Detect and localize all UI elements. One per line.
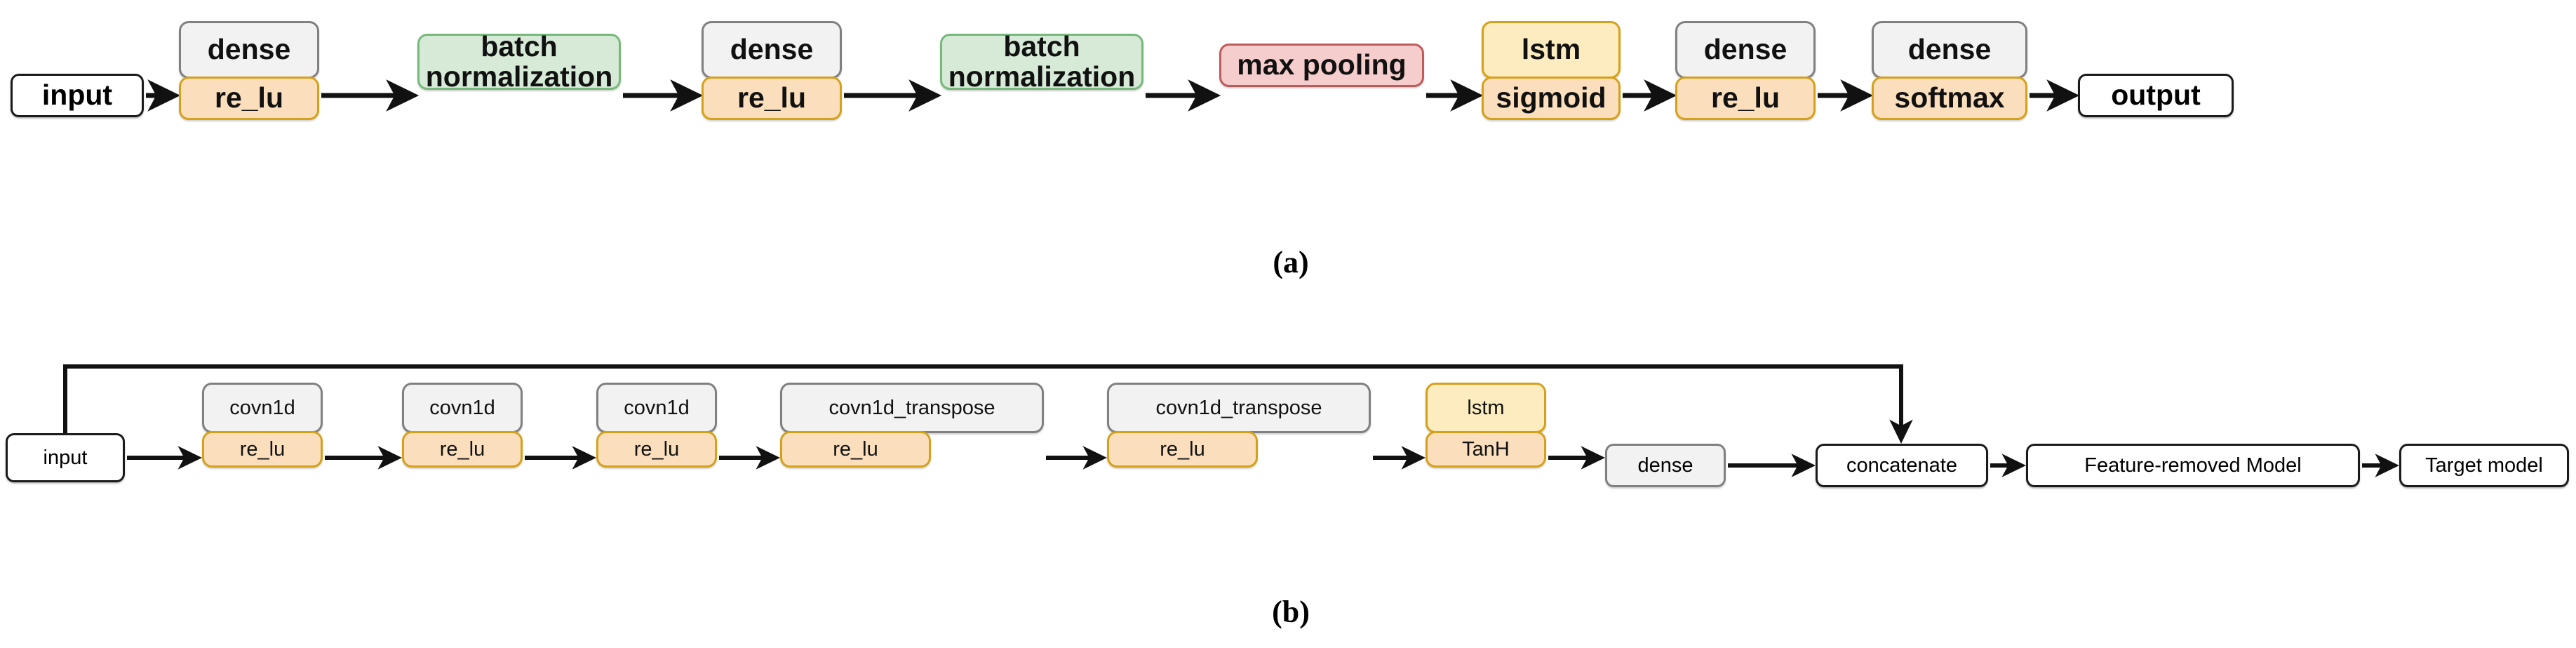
layer-label: dense: [730, 33, 814, 66]
activation-cell: re_lu: [1675, 77, 1816, 120]
layer-label: lstm: [1467, 396, 1505, 419]
activation-label: softmax: [1894, 81, 2005, 114]
activation-cell: softmax: [1872, 77, 2027, 120]
layer-cell: covn1d: [202, 383, 323, 433]
layer-label: dense: [207, 33, 291, 66]
layer-label: covn1d: [624, 396, 690, 419]
layer-label: covn1d_transpose: [829, 396, 995, 419]
activation-cell: re_lu: [202, 431, 323, 468]
layer-cell: max pooling: [1219, 44, 1424, 87]
node-b-conv1d-transpose-2[interactable]: covn1d_transpose re_lu: [1107, 383, 1371, 468]
layer-cell: dense: [1675, 21, 1816, 79]
layer-cell: covn1d: [402, 383, 523, 433]
node-label: Feature-removed Model: [2084, 454, 2302, 477]
layer-cell: covn1d_transpose: [780, 383, 1044, 433]
layer-cell: batch normalization: [940, 29, 1143, 93]
node-b-dense[interactable]: dense: [1605, 444, 1726, 487]
node-b-target-model[interactable]: Target model: [2399, 444, 2569, 487]
activation-cell: TanH: [1425, 431, 1546, 468]
node-b-lstm[interactable]: lstm TanH: [1425, 383, 1546, 468]
caption-b: (b): [1272, 595, 1310, 629]
activation-label: re_lu: [737, 81, 806, 114]
node-label: concatenate: [1846, 454, 1957, 477]
activation-label: re_lu: [1711, 81, 1780, 114]
node-b-concatenate[interactable]: concatenate: [1816, 444, 1988, 487]
layer-label: covn1d_transpose: [1155, 396, 1322, 419]
activation-label: re_lu: [1160, 437, 1205, 461]
node-a-maxpooling[interactable]: max pooling: [1219, 44, 1424, 87]
layer-label: lstm: [1521, 33, 1581, 66]
node-label: input: [43, 446, 88, 469]
node-label: Target model: [2425, 454, 2543, 477]
node-a-dense-1[interactable]: dense re_lu: [179, 21, 319, 120]
layer-label: dense: [1703, 33, 1787, 66]
layer-cell: batch normalization: [417, 29, 621, 93]
layer-cell: dense: [702, 21, 842, 79]
node-a-batchnorm-2[interactable]: batch normalization: [940, 29, 1143, 93]
node-b-input[interactable]: input: [6, 433, 125, 482]
layer-cell: covn1d: [596, 383, 717, 433]
activation-cell: re_lu: [780, 431, 931, 468]
node-a-input[interactable]: input: [11, 74, 144, 117]
activation-label: re_lu: [833, 437, 878, 461]
layer-cell: lstm: [1425, 383, 1546, 433]
node-a-lstm[interactable]: lstm sigmoid: [1482, 21, 1621, 120]
layer-label: dense: [1907, 33, 1992, 66]
node-a-dense-4[interactable]: dense softmax: [1872, 21, 2027, 120]
activation-cell: re_lu: [179, 77, 319, 120]
layer-label: max pooling: [1237, 48, 1407, 81]
activation-label: re_lu: [439, 437, 485, 461]
node-a-batchnorm-1[interactable]: batch normalization: [417, 29, 621, 93]
activation-label: TanH: [1462, 437, 1510, 461]
activation-cell: re_lu: [596, 431, 717, 468]
activation-cell: re_lu: [702, 77, 842, 120]
layer-cell: dense: [179, 21, 319, 79]
layer-label: batch normalization: [948, 29, 1136, 93]
node-a-dense-2[interactable]: dense re_lu: [702, 21, 842, 120]
node-b-feature-removed-model[interactable]: Feature-removed Model: [2026, 444, 2360, 487]
activation-label: sigmoid: [1496, 81, 1606, 114]
layer-label: covn1d: [229, 396, 295, 419]
activation-cell: re_lu: [402, 431, 523, 468]
node-b-conv1d-3[interactable]: covn1d re_lu: [596, 383, 717, 468]
node-a-output[interactable]: output: [2078, 74, 2234, 117]
node-label: dense: [1637, 454, 1693, 477]
figure-root: input dense re_lu batch normalization den…: [0, 0, 2576, 648]
caption-a: (a): [1273, 245, 1309, 279]
node-b-conv1d-transpose-1[interactable]: covn1d_transpose re_lu: [780, 383, 1044, 468]
activation-cell: sigmoid: [1482, 77, 1621, 120]
layer-cell: dense: [1872, 21, 2027, 79]
layer-cell: lstm: [1482, 21, 1621, 79]
layer-cell: covn1d_transpose: [1107, 383, 1371, 433]
activation-cell: re_lu: [1107, 431, 1258, 468]
layer-label: batch normalization: [425, 29, 613, 93]
node-a-dense-3[interactable]: dense re_lu: [1675, 21, 1816, 120]
node-b-conv1d-1[interactable]: covn1d re_lu: [202, 383, 323, 468]
activation-label: re_lu: [239, 437, 286, 461]
node-label: output: [2111, 79, 2201, 112]
activation-label: re_lu: [633, 437, 680, 461]
activation-label: re_lu: [215, 81, 283, 114]
node-b-conv1d-2[interactable]: covn1d re_lu: [402, 383, 523, 468]
layer-label: covn1d: [429, 396, 495, 419]
node-label: input: [41, 79, 113, 112]
